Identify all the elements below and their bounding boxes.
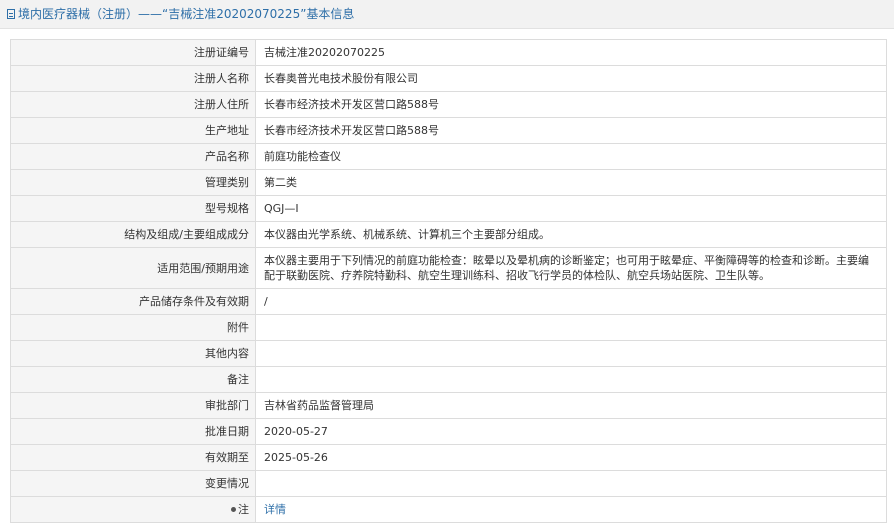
- row-label: 管理类别: [10, 169, 256, 196]
- row-label: 型号规格: [10, 195, 256, 222]
- row-label: 注册人住所: [10, 91, 256, 118]
- row-label: 其他内容: [10, 340, 256, 367]
- row-label: 产品名称: [10, 143, 256, 170]
- table-row: 有效期至 2025-05-26: [10, 444, 887, 471]
- table-row: 注册人名称 长春奥普光电技术股份有限公司: [10, 65, 887, 92]
- table-row: 其他内容: [10, 340, 887, 367]
- row-value: 详情: [255, 496, 887, 523]
- row-value: [255, 340, 887, 367]
- row-value: [255, 470, 887, 497]
- row-value: 前庭功能检查仪: [255, 143, 887, 170]
- row-label: 有效期至: [10, 444, 256, 471]
- table-row: 产品储存条件及有效期 /: [10, 288, 887, 315]
- row-value: 长春市经济技术开发区营口路588号: [255, 117, 887, 144]
- page-title: 境内医疗器械（注册）——“吉械注准20202070225”基本信息: [18, 7, 355, 21]
- document-icon: [7, 9, 15, 19]
- row-value: [255, 314, 887, 341]
- row-value: 长春市经济技术开发区营口路588号: [255, 91, 887, 118]
- pin-icon: [231, 507, 236, 512]
- table-row: 注册证编号 吉械注准20202070225: [10, 39, 887, 66]
- table-row: 备注: [10, 366, 887, 393]
- row-label: 产品储存条件及有效期: [10, 288, 256, 315]
- row-value: 2020-05-27: [255, 418, 887, 445]
- table-row: 注 详情: [10, 496, 887, 523]
- row-value: 本仪器主要用于下列情况的前庭功能检查：眩晕以及晕机病的诊断鉴定；也可用于眩晕症、…: [255, 247, 887, 289]
- table-row: 产品名称 前庭功能检查仪: [10, 143, 887, 170]
- row-label: 变更情况: [10, 470, 256, 497]
- row-value: 吉械注准20202070225: [255, 39, 887, 66]
- row-value: [255, 366, 887, 393]
- table-row: 审批部门 吉林省药品监督管理局: [10, 392, 887, 419]
- table-row: 管理类别 第二类: [10, 169, 887, 196]
- row-label: 批准日期: [10, 418, 256, 445]
- row-label: 结构及组成/主要组成成分: [10, 221, 256, 248]
- table-row: 注册人住所 长春市经济技术开发区营口路588号: [10, 91, 887, 118]
- row-value: 吉林省药品监督管理局: [255, 392, 887, 419]
- info-table: 注册证编号 吉械注准20202070225 注册人名称 长春奥普光电技术股份有限…: [10, 39, 887, 523]
- page-title-bar: 境内医疗器械（注册）——“吉械注准20202070225”基本信息: [0, 0, 894, 29]
- row-label: 审批部门: [10, 392, 256, 419]
- table-row: 生产地址 长春市经济技术开发区营口路588号: [10, 117, 887, 144]
- table-row: 型号规格 QGJ—Ⅰ: [10, 195, 887, 222]
- note-label-cell: 注: [10, 496, 256, 523]
- table-row: 批准日期 2020-05-27: [10, 418, 887, 445]
- row-value: /: [255, 288, 887, 315]
- row-label: 注: [238, 503, 249, 516]
- row-label: 注册证编号: [10, 39, 256, 66]
- row-value: 第二类: [255, 169, 887, 196]
- row-value: QGJ—Ⅰ: [255, 195, 887, 222]
- row-value: 本仪器由光学系统、机械系统、计算机三个主要部分组成。: [255, 221, 887, 248]
- table-row: 结构及组成/主要组成成分 本仪器由光学系统、机械系统、计算机三个主要部分组成。: [10, 221, 887, 248]
- row-value: 2025-05-26: [255, 444, 887, 471]
- row-label: 生产地址: [10, 117, 256, 144]
- table-row: 变更情况: [10, 470, 887, 497]
- details-link[interactable]: 详情: [264, 503, 286, 516]
- row-label: 注册人名称: [10, 65, 256, 92]
- row-label: 适用范围/预期用途: [10, 247, 256, 289]
- table-row: 适用范围/预期用途 本仪器主要用于下列情况的前庭功能检查：眩晕以及晕机病的诊断鉴…: [10, 247, 887, 289]
- row-label: 备注: [10, 366, 256, 393]
- info-panel: 注册证编号 吉械注准20202070225 注册人名称 长春奥普光电技术股份有限…: [0, 29, 894, 523]
- table-row: 附件: [10, 314, 887, 341]
- row-label: 附件: [10, 314, 256, 341]
- row-value: 长春奥普光电技术股份有限公司: [255, 65, 887, 92]
